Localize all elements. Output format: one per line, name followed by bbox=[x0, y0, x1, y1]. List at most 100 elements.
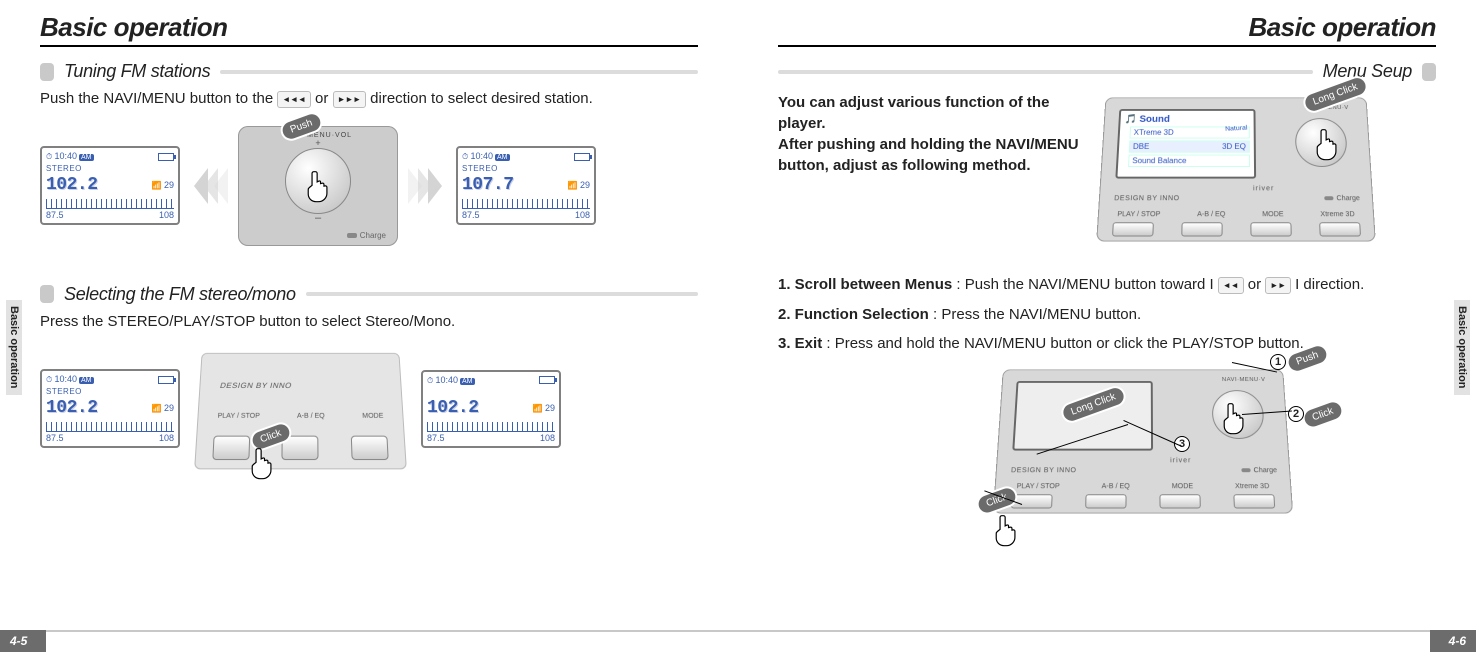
stereomono-illustration-row: 10:40AM STEREO 102.2 29 87.5 108 DESIGN … bbox=[40, 349, 698, 469]
menu-title: Sound bbox=[1124, 115, 1249, 125]
device-button-panel: DESIGN BY INNO PLAY / STOP A-B / EQ MODE bbox=[194, 352, 407, 469]
range-high: 108 bbox=[159, 210, 174, 220]
side-tab-left: Basic operation bbox=[6, 300, 22, 395]
range-low: 87.5 bbox=[427, 433, 445, 443]
battery-icon bbox=[574, 153, 590, 161]
menu-intro-row: You can adjust various function of the p… bbox=[778, 92, 1436, 242]
click-callout: Click bbox=[1302, 400, 1343, 429]
text: After pushing and holding the NAVI/MENU … bbox=[778, 136, 1079, 174]
device-steps-wrap: iriver NAVI·MENU·V Charge DESIGN BY INNO… bbox=[998, 364, 1436, 554]
step-1: 1. Scroll between Menus : Push the NAVI/… bbox=[778, 276, 1436, 294]
ab-eq-button[interactable] bbox=[282, 435, 319, 459]
charge-label: Charge bbox=[1241, 467, 1277, 474]
mode-button[interactable] bbox=[1159, 494, 1200, 508]
tuning-illustration-row: 10:40AM STEREO 102.2 29 87.5 108 bbox=[40, 126, 698, 246]
brand-label: DESIGN BY INNO bbox=[1114, 195, 1180, 202]
button-label: MODE bbox=[1262, 211, 1284, 218]
device-buttons-wrap: DESIGN BY INNO PLAY / STOP A-B / EQ MODE… bbox=[198, 349, 403, 469]
menu-item-selected[interactable]: DBE3D EQ bbox=[1128, 140, 1249, 152]
lcd-time: 10:40 bbox=[46, 374, 77, 384]
xtreme3d-button[interactable] bbox=[1233, 494, 1275, 508]
lcd-time: 10:40 bbox=[427, 375, 458, 385]
stereo-label: STEREO bbox=[462, 164, 590, 173]
lcd-screen-mono: 10:40AM 102.2 29 87.5 108 bbox=[421, 370, 561, 448]
hand-icon bbox=[992, 514, 1020, 548]
battery-icon bbox=[539, 376, 555, 384]
mode-button[interactable] bbox=[351, 435, 389, 459]
range-low: 87.5 bbox=[46, 433, 64, 443]
xtreme3d-button[interactable] bbox=[1318, 222, 1360, 236]
menu-item[interactable]: Sound Balance bbox=[1128, 155, 1250, 167]
button-label: Xtreme 3D bbox=[1320, 211, 1355, 218]
brand-logo: iriver bbox=[1170, 457, 1192, 464]
mode-button[interactable] bbox=[1250, 222, 1291, 236]
section-bullet bbox=[40, 285, 54, 303]
brand-label: DESIGN BY INNO bbox=[1011, 467, 1077, 474]
brand-logo: iriver bbox=[1253, 185, 1274, 192]
section-rule bbox=[306, 292, 698, 296]
hand-icon bbox=[248, 447, 276, 481]
ab-eq-button[interactable] bbox=[1085, 494, 1126, 508]
battery-icon bbox=[158, 153, 174, 161]
lcd-ampm: AM bbox=[79, 154, 94, 161]
lcd-ampm: AM bbox=[495, 154, 510, 161]
text: You can adjust various function of the p… bbox=[778, 94, 1049, 132]
volume-value: 29 bbox=[568, 180, 590, 190]
stereo-label: STEREO bbox=[46, 387, 174, 396]
section-tuning-header: Tuning FM stations bbox=[40, 61, 698, 82]
device-menu-wrap: iriver Sound XTreme 3D DBE3D EQ Sound Ba… bbox=[1101, 92, 1371, 242]
section-stereomono-label: Selecting the FM stereo/mono bbox=[64, 284, 296, 305]
volume-value: 29 bbox=[152, 180, 174, 190]
frequency-scale bbox=[427, 422, 555, 432]
lcd-screen-after: 10:40AM STEREO 107.7 29 87.5 108 bbox=[456, 146, 596, 225]
section-stereomono-header: Selecting the FM stereo/mono bbox=[40, 284, 698, 305]
arc-label: NAVI·MENU·V bbox=[1222, 377, 1266, 382]
button-label: Xtreme 3D bbox=[1235, 483, 1270, 490]
arrow-right-group bbox=[412, 168, 442, 204]
frequency-scale bbox=[46, 199, 174, 209]
frequency-value: 102.2 bbox=[427, 398, 479, 418]
button-label: PLAY / STOP bbox=[217, 412, 259, 419]
button-label: MODE bbox=[362, 412, 383, 419]
button-label: PLAY / STOP bbox=[1117, 211, 1160, 218]
button-label: MODE bbox=[1172, 483, 1194, 490]
ab-eq-button[interactable] bbox=[1180, 222, 1221, 236]
text: Push the NAVI/MENU button to the bbox=[40, 90, 277, 107]
prev-icon: ◂◂ bbox=[1218, 277, 1244, 294]
range-high: 108 bbox=[159, 433, 174, 443]
menu-screen: Sound XTreme 3D DBE3D EQ Sound Balance N… bbox=[1115, 109, 1256, 179]
stereomono-body: Press the STEREO/PLAY/STOP button to sel… bbox=[40, 311, 698, 333]
button-label: A-B / EQ bbox=[297, 412, 325, 419]
button-label: A-B / EQ bbox=[1197, 211, 1225, 218]
play-stop-button[interactable] bbox=[212, 435, 250, 459]
next-icon: ▸▸▸ bbox=[333, 91, 366, 108]
frequency-scale bbox=[462, 199, 590, 209]
prev-icon: ◂◂◂ bbox=[277, 91, 310, 108]
frequency-scale bbox=[46, 422, 174, 432]
lcd-ampm: AM bbox=[79, 377, 94, 384]
page-title-right: Basic operation bbox=[778, 12, 1436, 47]
battery-icon bbox=[158, 376, 174, 384]
lcd-time: 10:40 bbox=[46, 151, 77, 161]
footer-rule bbox=[738, 630, 1430, 632]
tuning-body: Push the NAVI/MENU button to the ◂◂◂ or … bbox=[40, 88, 698, 110]
section-bullet bbox=[40, 63, 54, 81]
hand-icon bbox=[304, 170, 332, 204]
range-low: 87.5 bbox=[46, 210, 64, 220]
section-tuning-label: Tuning FM stations bbox=[64, 61, 210, 82]
lcd-screen-stereo: 10:40AM STEREO 102.2 29 87.5 108 bbox=[40, 369, 180, 448]
stereo-label: STEREO bbox=[46, 164, 174, 173]
brand-label: DESIGN BY INNO bbox=[219, 381, 293, 389]
charge-label: Charge bbox=[1324, 195, 1360, 202]
hand-icon bbox=[1220, 402, 1248, 436]
play-stop-button[interactable] bbox=[1111, 222, 1153, 236]
device-player: iriver Sound XTreme 3D DBE3D EQ Sound Ba… bbox=[1096, 97, 1376, 241]
button-label: PLAY / STOP bbox=[1016, 483, 1059, 490]
frequency-value: 102.2 bbox=[46, 398, 98, 418]
next-icon: ▸▸ bbox=[1265, 277, 1291, 294]
step-2: 2. Function Selection : Press the NAVI/M… bbox=[778, 306, 1436, 323]
footer-rule bbox=[46, 630, 738, 632]
menu-intro-text: You can adjust various function of the p… bbox=[778, 92, 1081, 176]
play-stop-button[interactable] bbox=[1011, 494, 1053, 508]
range-high: 108 bbox=[575, 210, 590, 220]
